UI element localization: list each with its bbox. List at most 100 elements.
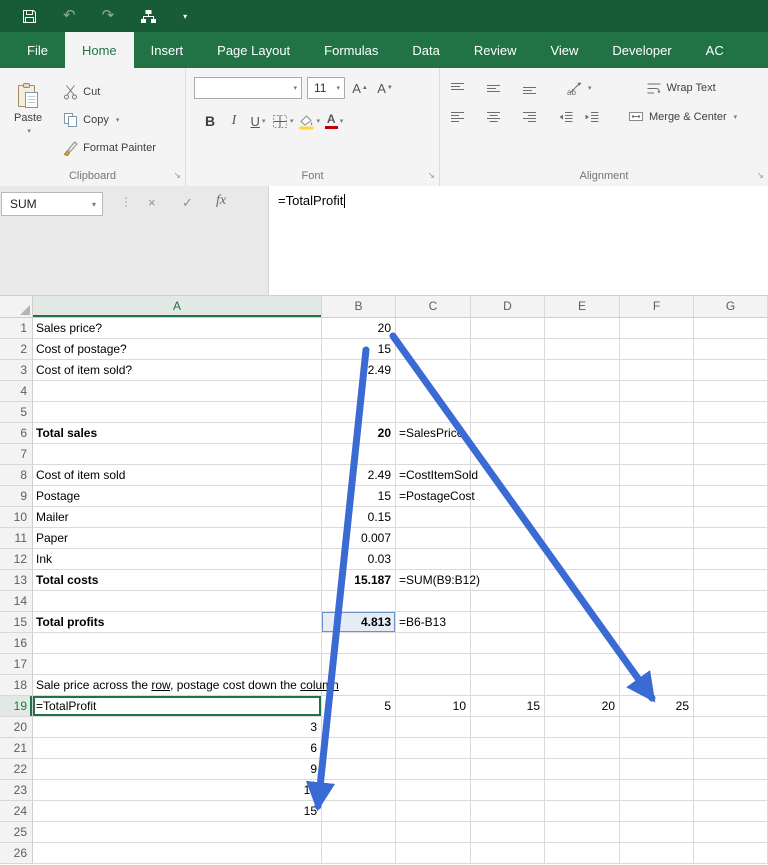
decrease-font-size-button[interactable]: A▼ [375, 77, 395, 99]
cell-A24[interactable]: 15 [33, 801, 322, 822]
cell-D22[interactable] [471, 759, 545, 780]
cell-F6[interactable] [620, 423, 694, 444]
cell-D18[interactable] [471, 675, 545, 696]
name-box-dropdown-icon[interactable]: ▾ [86, 200, 102, 209]
row-header-6[interactable]: 6 [0, 423, 33, 444]
font-color-button[interactable]: A ▾ [324, 110, 344, 132]
cell-B17[interactable] [322, 654, 396, 675]
cell-G16[interactable] [694, 633, 768, 654]
cell-E25[interactable] [545, 822, 620, 843]
cell-F26[interactable] [620, 843, 694, 864]
row-header-10[interactable]: 10 [0, 507, 33, 528]
cell-F7[interactable] [620, 444, 694, 465]
row-header-8[interactable]: 8 [0, 465, 33, 486]
cell-C7[interactable] [396, 444, 471, 465]
clipboard-dialog-launcher-icon[interactable]: ↘ [173, 170, 181, 181]
cell-D16[interactable] [471, 633, 545, 654]
cell-C1[interactable] [396, 318, 471, 339]
row-header-17[interactable]: 17 [0, 654, 33, 675]
increase-indent-button[interactable] [584, 110, 600, 124]
cell-D17[interactable] [471, 654, 545, 675]
cut-button[interactable]: Cut [60, 80, 159, 104]
cell-F24[interactable] [620, 801, 694, 822]
tab-home[interactable]: Home [65, 32, 134, 68]
cell-F23[interactable] [620, 780, 694, 801]
column-header-D[interactable]: D [471, 296, 545, 318]
cell-A7[interactable] [33, 444, 322, 465]
cell-C20[interactable] [396, 717, 471, 738]
cell-E8[interactable] [545, 465, 620, 486]
cell-D1[interactable] [471, 318, 545, 339]
row-header-24[interactable]: 24 [0, 801, 33, 822]
cell-B24[interactable] [322, 801, 396, 822]
save-icon[interactable] [22, 8, 37, 24]
cell-A18[interactable]: Sale price across the row, postage cost … [33, 675, 322, 696]
row-header-9[interactable]: 9 [0, 486, 33, 507]
cell-F3[interactable] [620, 360, 694, 381]
cell-F14[interactable] [620, 591, 694, 612]
cell-B7[interactable] [322, 444, 396, 465]
row-header-13[interactable]: 13 [0, 570, 33, 591]
cell-F4[interactable] [620, 381, 694, 402]
cell-G26[interactable] [694, 843, 768, 864]
cell-E24[interactable] [545, 801, 620, 822]
cell-G17[interactable] [694, 654, 768, 675]
row-header-23[interactable]: 23 [0, 780, 33, 801]
row-header-16[interactable]: 16 [0, 633, 33, 654]
cell-G6[interactable] [694, 423, 768, 444]
cell-E2[interactable] [545, 339, 620, 360]
cell-B9[interactable]: 15 [322, 486, 396, 507]
tab-developer[interactable]: Developer [595, 32, 688, 68]
tab-review[interactable]: Review [457, 32, 534, 68]
font-name-combo[interactable]: ▾ [194, 77, 302, 99]
cell-C9[interactable]: =PostageCost [396, 486, 471, 507]
cell-G8[interactable] [694, 465, 768, 486]
enter-button[interactable]: ✓ [182, 195, 193, 211]
cell-A8[interactable]: Cost of item sold [33, 465, 322, 486]
column-header-C[interactable]: C [396, 296, 471, 318]
cell-D23[interactable] [471, 780, 545, 801]
cell-E20[interactable] [545, 717, 620, 738]
row-header-26[interactable]: 26 [0, 843, 33, 864]
cell-C26[interactable] [396, 843, 471, 864]
cell-G3[interactable] [694, 360, 768, 381]
cell-F5[interactable] [620, 402, 694, 423]
cell-B22[interactable] [322, 759, 396, 780]
cell-E16[interactable] [545, 633, 620, 654]
cell-D11[interactable] [471, 528, 545, 549]
cell-D10[interactable] [471, 507, 545, 528]
cell-B11[interactable]: 0.007 [322, 528, 396, 549]
cell-G11[interactable] [694, 528, 768, 549]
undo-icon[interactable]: ↶ [63, 8, 76, 24]
wrap-text-button[interactable]: Wrap Text [646, 81, 716, 96]
cell-B5[interactable] [322, 402, 396, 423]
cell-E1[interactable] [545, 318, 620, 339]
cell-G23[interactable] [694, 780, 768, 801]
row-header-22[interactable]: 22 [0, 759, 33, 780]
cell-B21[interactable] [322, 738, 396, 759]
cell-G7[interactable] [694, 444, 768, 465]
merge-center-button[interactable]: Merge & Center ▾ [628, 109, 737, 124]
cell-C23[interactable] [396, 780, 471, 801]
cell-C21[interactable] [396, 738, 471, 759]
cell-B2[interactable]: 15 [322, 339, 396, 360]
cell-F13[interactable] [620, 570, 694, 591]
cancel-button[interactable]: × [148, 195, 156, 210]
cell-G25[interactable] [694, 822, 768, 843]
cell-G24[interactable] [694, 801, 768, 822]
cell-E23[interactable] [545, 780, 620, 801]
cell-A16[interactable] [33, 633, 322, 654]
cell-C2[interactable] [396, 339, 471, 360]
align-middle-button[interactable] [486, 81, 502, 95]
cell-A14[interactable] [33, 591, 322, 612]
cell-F10[interactable] [620, 507, 694, 528]
tab-page-layout[interactable]: Page Layout [200, 32, 307, 68]
cell-C4[interactable] [396, 381, 471, 402]
row-header-15[interactable]: 15 [0, 612, 33, 633]
tab-data[interactable]: Data [395, 32, 456, 68]
underline-button[interactable]: U ▾ [248, 110, 268, 132]
cell-E3[interactable] [545, 360, 620, 381]
bold-button[interactable]: B [200, 110, 220, 132]
cell-E14[interactable] [545, 591, 620, 612]
row-header-11[interactable]: 11 [0, 528, 33, 549]
